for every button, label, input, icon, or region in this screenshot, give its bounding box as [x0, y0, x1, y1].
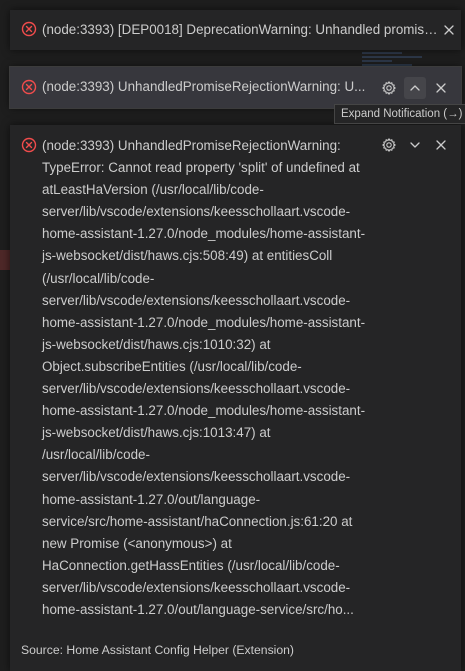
error-icon: [21, 137, 37, 153]
notification-message: (node:3393) UnhandledPromiseRejectionWar…: [42, 79, 366, 94]
message-line: js-websocket/dist/haws.cjs:1013:47) at: [42, 425, 271, 441]
notification-unhandled-rejection-expanded[interactable]: (node:3393) UnhandledPromiseRejectionWar…: [10, 125, 461, 671]
message-line: atLeastHaVersion (/usr/local/lib/code-: [42, 182, 264, 198]
error-icon: [21, 21, 37, 37]
message-line: service/src/home-assistant/haConnection.…: [42, 513, 353, 529]
editor-background: (node:3393) [DEP0018] DeprecationWarning…: [0, 0, 465, 671]
message-line: (node:3393) UnhandledPromiseRejectionWar…: [42, 138, 341, 153]
notification-message: (node:3393) [DEP0018] DeprecationWarning…: [42, 22, 439, 37]
message-line: /usr/local/lib/code-: [42, 447, 150, 463]
chevron-up-icon: [410, 85, 420, 91]
message-line: home-assistant-1.27.0/out/language-servi…: [42, 601, 354, 617]
expand-notification-button[interactable]: [404, 77, 426, 99]
message-line: TypeError: Cannot read property 'split' …: [42, 160, 360, 176]
notification-source: Source: Home Assistant Config Helper (Ex…: [21, 643, 294, 657]
close-button[interactable]: [430, 77, 452, 99]
message-line: home-assistant-1.27.0/node_modules/home-…: [42, 226, 366, 242]
close-icon: [436, 83, 446, 93]
message-line: home-assistant-1.27.0/node_modules/home-…: [42, 314, 366, 330]
notification-deprecation[interactable]: (node:3393) [DEP0018] DeprecationWarning…: [10, 10, 461, 50]
message-line: HaConnection.getHassEntities (/usr/local…: [42, 557, 340, 573]
message-line: server/lib/vscode/extensions/keesscholla…: [42, 292, 351, 308]
message-line: server/lib/vscode/extensions/keesscholla…: [42, 579, 351, 595]
message-line: server/lib/vscode/extensions/keesscholla…: [42, 204, 351, 220]
close-icon: [444, 25, 454, 35]
chevron-down-icon: [410, 142, 420, 148]
expand-notification-tooltip: Expand Notification (→): [334, 104, 465, 124]
message-line: Object.subscribeEntities (/usr/local/lib…: [42, 358, 302, 374]
message-line: home-assistant-1.27.0/node_modules/home-…: [42, 403, 366, 419]
collapse-notification-button[interactable]: [404, 134, 426, 156]
gear-icon: [382, 138, 396, 152]
configure-notification-button[interactable]: [378, 134, 400, 156]
close-icon: [436, 140, 446, 150]
close-button[interactable]: [438, 19, 460, 41]
message-line: server/lib/vscode/extensions/keesscholla…: [42, 381, 351, 397]
message-line: server/lib/vscode/extensions/keesscholla…: [42, 469, 351, 485]
notification-unhandled-rejection-collapsed[interactable]: (node:3393) UnhandledPromiseRejectionWar…: [9, 66, 462, 109]
close-button[interactable]: [430, 134, 452, 156]
message-line: home-assistant-1.27.0/out/language-: [42, 491, 261, 507]
configure-notification-button[interactable]: [378, 77, 400, 99]
gutter-error-marker: [0, 250, 10, 270]
message-line: js-websocket/dist/haws.cjs:508:49) at en…: [42, 248, 333, 264]
notification-message[interactable]: (node:3393) UnhandledPromiseRejectionWar…: [42, 135, 391, 621]
message-line: new Promise (<anonymous>) at: [42, 535, 232, 551]
gear-icon: [382, 81, 396, 95]
message-line: (/usr/local/lib/code-: [42, 270, 155, 286]
error-icon: [21, 79, 37, 95]
message-line: js-websocket/dist/haws.cjs:1010:32) at: [42, 336, 271, 352]
